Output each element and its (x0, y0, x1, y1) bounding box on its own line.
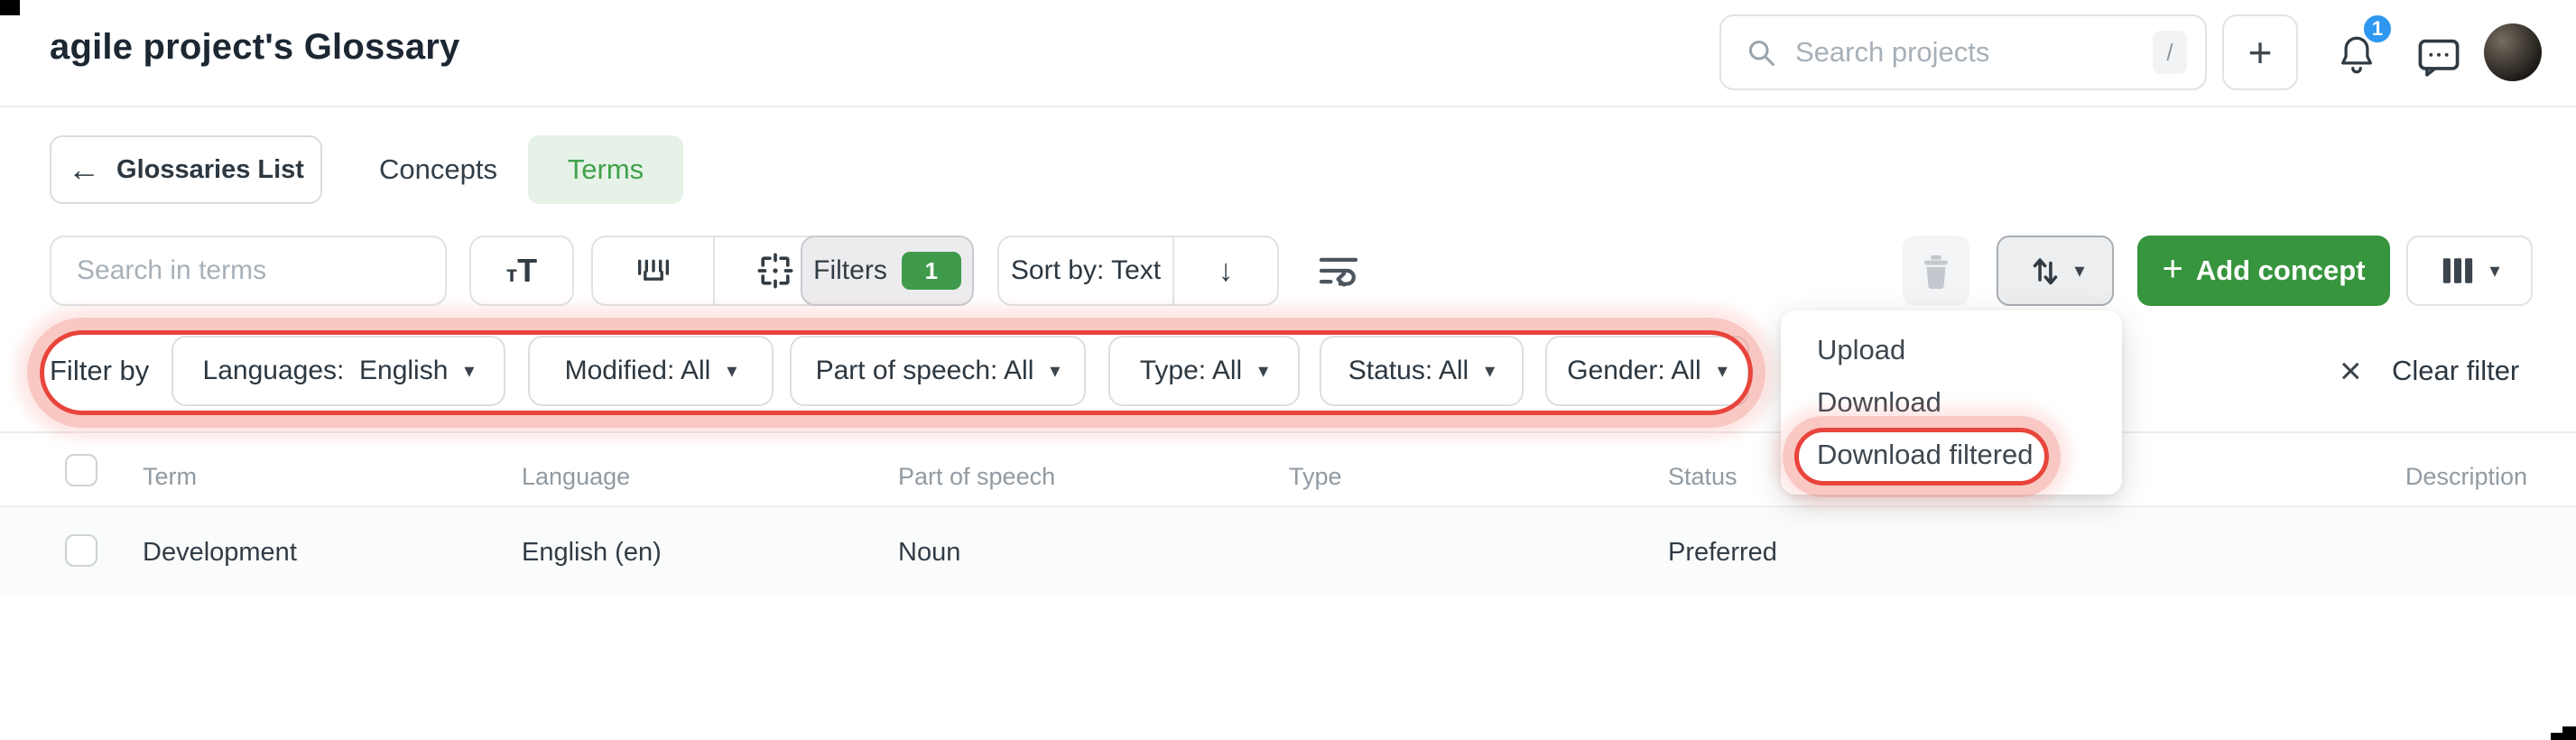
sort-by-button[interactable]: Sort by: Text (999, 237, 1172, 304)
sort-direction-button[interactable]: ↓ (1172, 237, 1277, 304)
new-project-button[interactable]: + (2222, 14, 2298, 90)
table-top-divider (0, 431, 2576, 433)
cell-term[interactable]: Development (143, 538, 297, 568)
back-button-label: Glossaries List (116, 154, 304, 184)
column-header-type[interactable]: Type (1289, 463, 1342, 491)
filters-count-badge: 1 (901, 252, 961, 290)
upload-download-menu-button[interactable]: ▾ (1997, 236, 2114, 306)
filter-pill-type[interactable]: Type: All ▾ (1108, 336, 1300, 406)
chevron-down-icon: ▾ (1050, 359, 1061, 382)
chat-icon (2415, 36, 2462, 79)
cell-language: English (en) (522, 538, 662, 567)
menu-item-upload[interactable]: Upload (1781, 324, 2122, 376)
menu-item-download[interactable]: Download (1781, 376, 2122, 429)
screenshot-artifact-bottom-right (2551, 733, 2576, 740)
notification-count-badge: 1 (2361, 13, 2394, 45)
column-header-status[interactable]: Status (1668, 463, 1737, 491)
text-wrap-button[interactable] (1302, 236, 1375, 306)
chevron-down-icon: ▾ (464, 359, 475, 382)
filters-button-label: Filters (813, 255, 887, 285)
columns-menu-button[interactable]: ▾ (2406, 236, 2533, 306)
text-wrap-icon (1315, 252, 1362, 290)
feedback-button[interactable] (2415, 36, 2462, 79)
upload-download-menu: Upload Download Download filtered (1781, 310, 2122, 495)
menu-item-download-filtered[interactable]: Download filtered (1781, 429, 2122, 481)
back-to-glossaries-button[interactable]: ← Glossaries List (50, 135, 322, 204)
match-whole-words-button[interactable] (593, 237, 713, 304)
filter-pill-label: Gender: All (1567, 356, 1701, 385)
filter-by-label: Filter by (50, 355, 150, 386)
row-checkbox[interactable] (65, 534, 97, 567)
filter-pill-label: Languages: English (202, 356, 449, 385)
arrow-down-icon: ↓ (1218, 253, 1234, 288)
add-concept-button[interactable]: + Add concept (2137, 236, 2390, 306)
filter-pill-label: Status: All (1348, 356, 1469, 385)
filters-button[interactable]: Filters 1 (801, 236, 974, 306)
column-header-language[interactable]: Language (522, 463, 630, 491)
terms-search-field[interactable] (50, 236, 447, 306)
screenshot-artifact-top-left (0, 0, 20, 15)
up-down-arrows-icon (2025, 251, 2065, 291)
project-search-field[interactable]: / (1719, 14, 2207, 90)
page-title: agile project's Glossary (50, 27, 460, 67)
clear-filter-x-icon[interactable]: × (2340, 336, 2362, 406)
columns-icon (2439, 254, 2477, 288)
user-avatar[interactable] (2484, 23, 2542, 81)
match-case-icon: тT (505, 252, 538, 289)
chevron-down-icon: ▾ (2074, 259, 2085, 282)
filter-pill-label: Part of speech: All (815, 356, 1034, 385)
filter-pill-label: Modified: All (564, 356, 711, 385)
chevron-down-icon: ▾ (727, 359, 737, 382)
plus-icon: + (2162, 248, 2183, 289)
filter-pill-modified[interactable]: Modified: All ▾ (528, 336, 774, 406)
filter-pill-languages[interactable]: Languages: English ▾ (171, 336, 505, 406)
back-arrow-icon: ← (68, 151, 101, 188)
column-header-description[interactable]: Description (2405, 463, 2527, 491)
tab-terms[interactable]: Terms (528, 135, 683, 204)
cell-status: Preferred (1668, 538, 1777, 567)
plus-icon: + (2247, 29, 2273, 76)
table-row[interactable] (0, 507, 2576, 594)
match-whole-words-icon (633, 252, 674, 290)
select-all-checkbox[interactable] (65, 454, 97, 486)
add-concept-label: Add concept (2195, 254, 2366, 286)
chevron-down-icon: ▾ (1717, 359, 1728, 382)
column-header-part-of-speech[interactable]: Part of speech (898, 463, 1055, 491)
filter-pill-label: Type: All (1139, 356, 1243, 385)
chevron-down-icon: ▾ (1258, 359, 1269, 382)
sort-button: Sort by: Text ↓ (997, 236, 1279, 306)
search-shortcut-key: / (2153, 31, 2187, 74)
filter-pill-status[interactable]: Status: All ▾ (1320, 336, 1524, 406)
exact-match-frame-icon (755, 250, 796, 291)
header-divider (0, 106, 2576, 107)
tab-concepts[interactable]: Concepts (379, 135, 497, 204)
terms-search-input[interactable] (75, 254, 422, 287)
project-search-input[interactable] (1793, 35, 2136, 69)
search-icon (1745, 36, 1777, 69)
cell-part-of-speech: Noun (898, 538, 961, 567)
filter-pill-part-of-speech[interactable]: Part of speech: All ▾ (790, 336, 1086, 406)
chevron-down-icon: ▾ (2489, 259, 2500, 282)
trash-icon (1918, 251, 1954, 291)
delete-button[interactable] (1903, 236, 1969, 306)
column-header-term[interactable]: Term (143, 463, 197, 491)
chevron-down-icon: ▾ (1485, 359, 1496, 382)
match-case-button[interactable]: тT (469, 236, 574, 306)
filter-pill-gender[interactable]: Gender: All ▾ (1545, 336, 1749, 406)
clear-filter-button[interactable]: Clear filter (2392, 336, 2519, 406)
